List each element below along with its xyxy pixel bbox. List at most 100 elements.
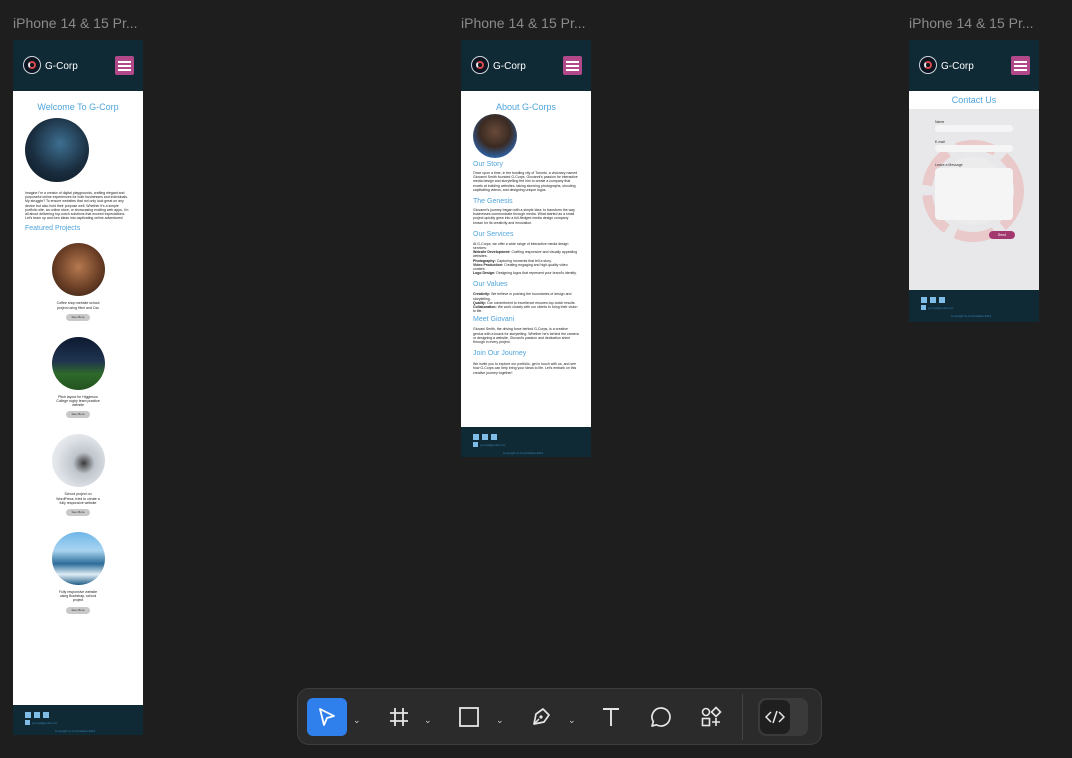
project-caption: Coffee shop website school project using…	[56, 301, 100, 310]
project-card: Coffee shop website school project using…	[13, 243, 143, 321]
design-toolbar: ⌄ ⌄ ⌄ ⌄	[297, 688, 822, 745]
message-label: Leave a Message	[935, 163, 963, 167]
actions-tool[interactable]	[698, 698, 724, 736]
chevron-down-icon[interactable]: ⌄	[568, 715, 576, 726]
section-title-journey: Join Our Journey	[473, 350, 527, 358]
site-footer: g-corp@gmail.com Copyright G-Corp Media …	[909, 290, 1039, 322]
comment-icon	[651, 707, 671, 727]
pen-tool[interactable]	[528, 698, 554, 736]
story-text: Once upon a time, in the bustling city o…	[473, 171, 578, 192]
send-button[interactable]: Send	[989, 231, 1015, 239]
chevron-down-icon[interactable]: ⌄	[496, 715, 504, 726]
frame-home[interactable]: G-Corp Welcome To G-Corp Imagine I'm a c…	[13, 40, 143, 735]
instagram-icon[interactable]	[482, 434, 488, 440]
footer-email[interactable]: g-corp@gmail.com	[928, 306, 953, 310]
see-more-button[interactable]: See More	[66, 411, 90, 419]
project-image	[51, 532, 105, 586]
logo-icon	[919, 56, 937, 74]
instagram-icon[interactable]	[930, 297, 936, 303]
toolbar-divider	[742, 694, 743, 740]
email-icon	[473, 442, 478, 447]
shape-tool[interactable]	[456, 698, 482, 736]
service-item: Website Development: Crafting responsive…	[473, 250, 578, 259]
comment-tool[interactable]	[648, 698, 674, 736]
frame-contact[interactable]: G-Corp Contact Us Name E-mail Leave a Me…	[909, 40, 1039, 322]
site-header: G-Corp	[461, 40, 591, 91]
genesis-text: Giovanni's journey began with a simple i…	[473, 208, 575, 225]
page-title: About G-Corps	[495, 102, 557, 112]
service-item: Video Production: Creating engaging and …	[473, 262, 568, 272]
brand-name: G-Corp	[941, 61, 974, 72]
section-title-genesis: The Genesis	[473, 198, 513, 206]
cursor-icon	[319, 708, 335, 726]
dev-mode-toggle[interactable]	[758, 698, 808, 736]
chevron-down-icon[interactable]: ⌄	[353, 715, 361, 726]
see-more-button[interactable]: See More	[66, 606, 90, 614]
name-field[interactable]	[935, 125, 1013, 132]
project-caption: School project on WordPress, tried to cr…	[56, 492, 100, 505]
message-field[interactable]	[935, 168, 1013, 220]
project-card: School project on WordPress, tried to cr…	[13, 434, 143, 517]
frame-icon	[390, 708, 408, 726]
facebook-icon[interactable]	[473, 434, 479, 440]
section-title-meet: Meet Giovani	[473, 316, 515, 324]
value-item: Creativity: We believe in pushing the bo…	[473, 292, 572, 301]
project-caption: Pitch layout for Higginson College rugby…	[56, 394, 100, 408]
code-icon	[765, 710, 785, 724]
site-footer: g-corp@gmail.com Copyright G-Corp Media …	[13, 705, 143, 735]
twitter-icon[interactable]	[43, 712, 49, 718]
project-image	[51, 434, 105, 488]
project-image	[51, 336, 105, 390]
rectangle-icon	[459, 707, 479, 727]
text-tool[interactable]	[598, 698, 624, 736]
journey-text: We invite you to explore our portfolio, …	[473, 362, 577, 375]
frame-about[interactable]: G-Corp About G-Corps Our Story Once upon…	[461, 40, 591, 457]
intro-text: Imagine I'm a creator of digital playgro…	[25, 191, 129, 221]
page-title: Welcome To G-Corp	[37, 102, 119, 112]
see-more-button[interactable]: See More	[66, 313, 90, 321]
frame-tool[interactable]	[386, 698, 412, 736]
instagram-icon[interactable]	[34, 712, 40, 718]
project-card: Pitch layout for Higginson College rugby…	[13, 336, 143, 419]
project-caption: Fully responsive website using Bootstrap…	[58, 590, 98, 603]
brand-name: G-Corp	[45, 61, 78, 72]
footer-copyright: Copyright G-Corp Media 2024	[55, 729, 96, 733]
services-intro: At G-Corps, we offer a wide range of int…	[473, 241, 569, 251]
email-field[interactable]	[935, 145, 1013, 152]
twitter-icon[interactable]	[939, 297, 945, 303]
featured-title: Featured Projects	[25, 225, 81, 233]
menu-icon[interactable]	[563, 56, 582, 75]
site-header: G-Corp	[13, 40, 143, 91]
logo-icon	[471, 56, 489, 74]
hero-image	[25, 118, 89, 182]
email-icon	[25, 720, 30, 725]
project-card: Fully responsive website using Bootstrap…	[13, 532, 143, 614]
page-title: Contact Us	[951, 95, 997, 105]
frame-label-home[interactable]: iPhone 14 & 15 Pr...	[13, 15, 138, 31]
footer-email[interactable]: g-corp@gmail.com	[480, 443, 505, 447]
name-label: Name	[935, 120, 945, 124]
frame-label-contact[interactable]: iPhone 14 & 15 Pr...	[909, 15, 1034, 31]
site-header: G-Corp	[909, 40, 1039, 91]
footer-copyright: Copyright G-Corp Media 2024	[951, 314, 992, 318]
section-title-story: Our Story	[473, 161, 503, 168]
see-more-button[interactable]: See More	[66, 509, 90, 517]
founder-photo	[473, 114, 517, 158]
service-item: Logo Design: Designing logos that repres…	[473, 271, 577, 276]
section-title-values: Our Values	[473, 281, 508, 289]
menu-icon[interactable]	[1011, 56, 1030, 75]
section-title-services: Our Services	[473, 230, 514, 238]
facebook-icon[interactable]	[25, 712, 31, 718]
site-footer: g-corp@gmail.com Copyright G-Corp Media …	[461, 427, 591, 457]
twitter-icon[interactable]	[491, 434, 497, 440]
value-item: Collaboration: We work closely with our …	[473, 305, 578, 314]
frame-label-about[interactable]: iPhone 14 & 15 Pr...	[461, 15, 586, 31]
footer-email[interactable]: g-corp@gmail.com	[32, 721, 57, 725]
menu-icon[interactable]	[115, 56, 134, 75]
chevron-down-icon[interactable]: ⌄	[424, 715, 432, 726]
move-tool[interactable]	[307, 698, 347, 736]
project-image	[51, 243, 105, 297]
dev-mode-knob	[760, 700, 790, 734]
facebook-icon[interactable]	[921, 297, 927, 303]
contact-panel: Contact Us Name E-mail Leave a Message S…	[909, 91, 1039, 290]
